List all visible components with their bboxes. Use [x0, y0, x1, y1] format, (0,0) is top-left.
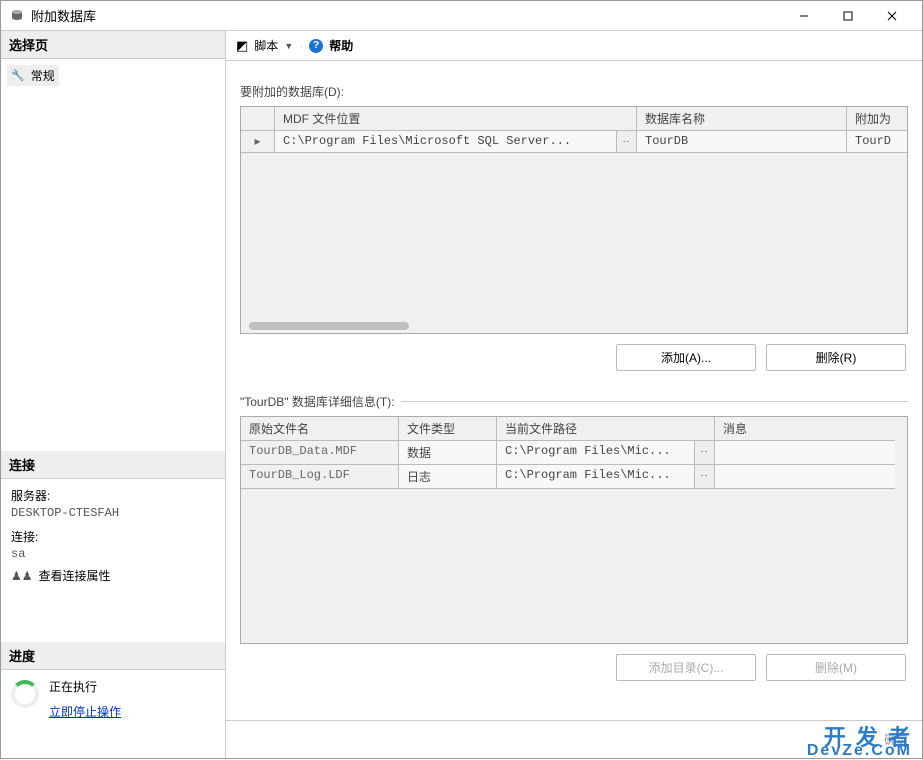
view-connection-properties[interactable]: ♟♟ 查看连接属性 [11, 567, 215, 584]
db-details-label: "TourDB" 数据库详细信息(T): [240, 393, 908, 410]
sidebar-item-label: 常规 [31, 67, 55, 84]
window-title: 附加数据库 [31, 6, 782, 25]
database-icon [9, 8, 25, 24]
cell-message [715, 465, 895, 489]
cell-path[interactable]: C:\Program Files\Mic... [497, 465, 695, 489]
cell-filename: TourDB_Log.LDF [241, 465, 399, 489]
connection-label: 连接: [11, 528, 215, 545]
col-file-type: 文件类型 [399, 417, 497, 441]
cell-filetype: 日志 [399, 465, 497, 489]
databases-to-attach-label: 要附加的数据库(D): [240, 83, 908, 100]
spinner-icon [11, 680, 39, 708]
dialog-body: 选择页 🔧 常规 连接 服务器: DESKTOP-CTESFAH 连接: sa … [1, 31, 922, 758]
server-label: 服务器: [11, 487, 215, 504]
stop-operation-link[interactable]: 立即停止操作 [49, 703, 121, 720]
col-original-filename: 原始文件名 [241, 417, 399, 441]
cell-message [715, 441, 895, 465]
script-icon: ◩ [236, 38, 248, 54]
server-value: DESKTOP-CTESFAH [11, 506, 215, 520]
help-icon: ? [309, 39, 323, 53]
progress-header: 进度 [1, 642, 225, 670]
connection-header: 连接 [1, 451, 225, 479]
table-row[interactable]: TourDB_Log.LDF 日志 C:\Program Files\Mic..… [241, 465, 907, 489]
col-attach-as: 附加为 [847, 107, 907, 131]
connection-value: sa [11, 547, 215, 561]
cell-mdf-path[interactable]: C:\Program Files\Microsoft SQL Server... [275, 131, 617, 153]
grid1-buttons: 添加(A)... 删除(R) [240, 334, 908, 381]
scrollbar-thumb[interactable] [249, 322, 409, 330]
cell-db-name[interactable]: TourDB [637, 131, 847, 153]
sidebar: 选择页 🔧 常规 连接 服务器: DESKTOP-CTESFAH 连接: sa … [1, 31, 226, 758]
close-button[interactable] [870, 1, 914, 31]
dialog-footer: 确定 [226, 720, 922, 758]
col-current-path: 当前文件路径 [497, 417, 715, 441]
table-header: 原始文件名 文件类型 当前文件路径 消息 [241, 417, 907, 441]
cell-attach-as[interactable]: TourD [847, 131, 907, 153]
databases-grid[interactable]: MDF 文件位置 数据库名称 附加为 ▸ C:\Program Files\Mi… [240, 106, 908, 334]
browse-path-button[interactable]: .. [695, 465, 715, 489]
add-catalog-button[interactable]: 添加目录(C)... [616, 654, 756, 681]
wrench-icon: 🔧 [11, 69, 25, 82]
connection-section: 服务器: DESKTOP-CTESFAH 连接: sa ♟♟ 查看连接属性 [1, 479, 225, 592]
page-list: 🔧 常规 [1, 59, 225, 92]
table-row[interactable]: ▸ C:\Program Files\Microsoft SQL Server.… [241, 131, 907, 153]
chevron-down-icon[interactable]: ▼ [284, 41, 293, 51]
minimize-button[interactable] [782, 1, 826, 31]
col-db-name: 数据库名称 [637, 107, 847, 131]
help-button[interactable]: 帮助 [329, 37, 353, 54]
progress-section: 正在执行 立即停止操作 [1, 670, 225, 728]
sidebar-item-general[interactable]: 🔧 常规 [7, 65, 59, 86]
details-grid[interactable]: 原始文件名 文件类型 当前文件路径 消息 TourDB_Data.MDF 数据 … [240, 416, 908, 644]
attach-database-dialog: 附加数据库 选择页 🔧 常规 连接 服务 [0, 0, 923, 759]
script-button[interactable]: 脚本 [254, 37, 278, 54]
remove-button[interactable]: 删除(R) [766, 344, 906, 371]
cell-filename: TourDB_Data.MDF [241, 441, 399, 465]
toolbar: ◩ 脚本 ▼ · ? 帮助 [226, 31, 922, 61]
ok-button[interactable]: 确定 [884, 731, 908, 748]
main-panel: ◩ 脚本 ▼ · ? 帮助 要附加的数据库(D): MDF 文件位置 数据库名称… [226, 31, 922, 758]
cell-path[interactable]: C:\Program Files\Mic... [497, 441, 695, 465]
browse-path-button[interactable]: .. [695, 441, 715, 465]
table-row[interactable]: TourDB_Data.MDF 数据 C:\Program Files\Mic.… [241, 441, 907, 465]
view-conn-props-label: 查看连接属性 [39, 567, 111, 584]
col-mdf-location: MDF 文件位置 [275, 107, 637, 131]
row-indicator-icon: ▸ [241, 131, 275, 153]
remove-detail-button[interactable]: 删除(M) [766, 654, 906, 681]
people-icon: ♟♟ [11, 569, 33, 583]
window-controls [782, 1, 914, 31]
maximize-button[interactable] [826, 1, 870, 31]
col-message: 消息 [715, 417, 895, 441]
titlebar: 附加数据库 [1, 1, 922, 31]
browse-mdf-button[interactable]: .. [617, 131, 637, 153]
horizontal-scrollbar[interactable] [241, 319, 907, 333]
progress-status: 正在执行 [49, 678, 121, 695]
select-page-header: 选择页 [1, 31, 225, 59]
add-button[interactable]: 添加(A)... [616, 344, 756, 371]
cell-filetype: 数据 [399, 441, 497, 465]
grid2-buttons: 添加目录(C)... 删除(M) [240, 644, 908, 691]
content-area: 要附加的数据库(D): MDF 文件位置 数据库名称 附加为 ▸ C:\Prog… [226, 61, 922, 720]
table-header: MDF 文件位置 数据库名称 附加为 [241, 107, 907, 131]
